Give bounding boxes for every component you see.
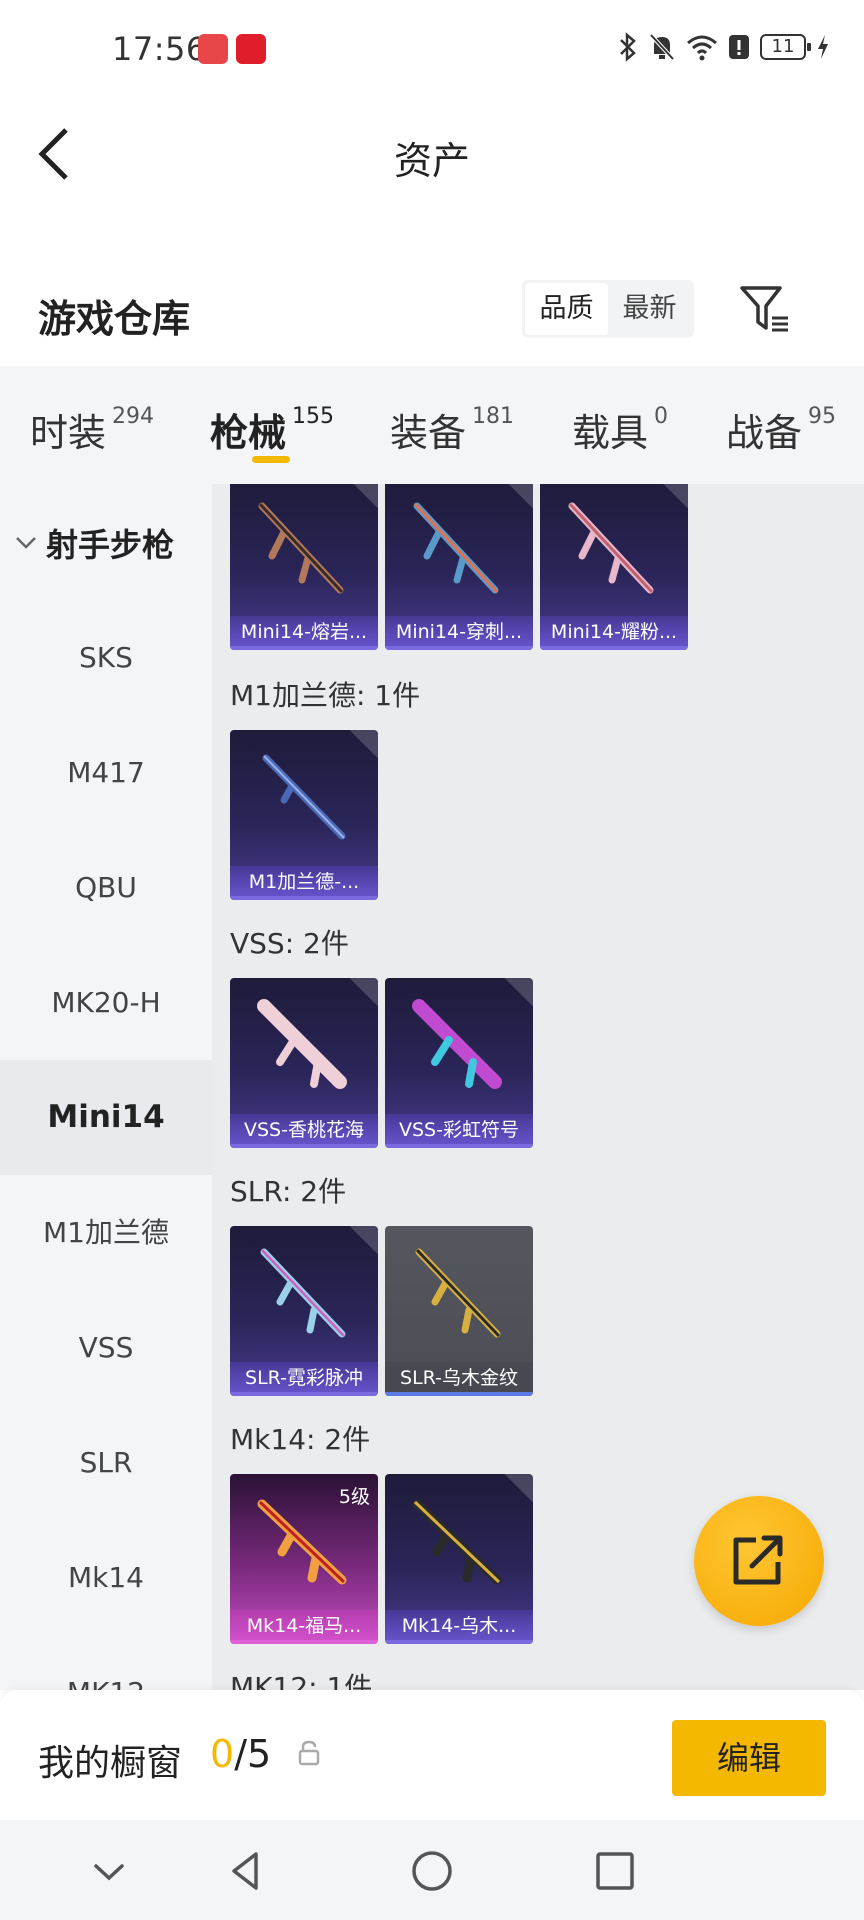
card-caption: VSS-彩虹符号: [385, 1114, 533, 1148]
card-caption: Mini14-耀粉...: [540, 616, 688, 650]
sidebar-item-mini14[interactable]: Mini14: [0, 1060, 212, 1175]
weapon-sidebar: 射手步枪 SKS M417 QBU MK20-H Mini14 M1加兰德 VS…: [0, 484, 212, 1690]
card-caption: Mini14-熔岩...: [230, 616, 378, 650]
tab-count: 0: [654, 404, 669, 429]
rifle-image: [568, 502, 654, 594]
sort-toggle: 品质 最新: [522, 280, 694, 338]
sidebar-item-mk12[interactable]: MK12: [0, 1635, 212, 1690]
showcase-current: 0: [210, 1732, 235, 1776]
showcase-total: /5: [234, 1732, 272, 1776]
rifle-image: [412, 1499, 502, 1585]
sidebar-category-label: 射手步枪: [46, 526, 175, 564]
bluetooth-icon: [620, 32, 636, 62]
group-label: M1加兰德: 1件: [230, 679, 421, 712]
rifle-image: [413, 502, 499, 594]
filter-icon[interactable]: [738, 284, 792, 334]
share-fab-button[interactable]: [694, 1496, 824, 1626]
mute-bell-icon: [649, 33, 675, 61]
weapon-card[interactable]: M1加兰德-...: [230, 730, 378, 900]
warehouse-title: 游戏仓库: [38, 297, 191, 341]
tab-vehicles[interactable]: 载具 0: [572, 402, 668, 457]
tab-label: 载具: [572, 411, 649, 455]
rifle-image: [415, 1248, 501, 1338]
status-icons: 11: [618, 32, 830, 62]
category-tabs: 时装 294 枪械 155 装备 181 载具 0 战备 95: [0, 366, 864, 484]
smg-image: [412, 999, 502, 1089]
alert-icon: [729, 35, 749, 59]
card-caption: Mini14-穿刺...: [385, 616, 533, 650]
weapon-card[interactable]: Mini14-耀粉...: [540, 484, 688, 650]
page-title: 资产: [393, 139, 470, 183]
weapon-card[interactable]: 5级 Mk14-福马...: [230, 1474, 378, 1644]
card-caption: Mk14-乌木...: [385, 1610, 533, 1644]
edit-button[interactable]: 编辑: [672, 1720, 826, 1796]
page-header: 资产: [0, 100, 864, 210]
showcase-bar: 我的橱窗 0/5 编辑: [0, 1690, 864, 1820]
sidebar-item-mk14[interactable]: Mk14: [0, 1520, 212, 1635]
card-caption: VSS-香桃花海: [230, 1114, 378, 1148]
sort-newest-option[interactable]: 最新: [608, 283, 691, 335]
chevron-down-icon: [16, 537, 36, 549]
tab-label: 枪械: [210, 411, 287, 455]
status-time: 17:56: [112, 30, 207, 68]
card-caption: M1加兰德-...: [230, 866, 378, 900]
battery-icon: 11: [760, 34, 811, 60]
tab-label: 装备: [390, 411, 467, 455]
system-nav-bar: [0, 1820, 864, 1920]
tab-label: 战备: [726, 411, 803, 455]
rifle-image: [262, 754, 346, 840]
tab-weapons[interactable]: 枪械 155: [210, 402, 334, 457]
rifle-image: [257, 1499, 347, 1585]
status-bar: 17:56 11: [0, 0, 864, 100]
tab-count: 155: [292, 404, 335, 429]
tab-supplies[interactable]: 战备 95: [726, 402, 836, 457]
sidebar-item-qbu[interactable]: QBU: [0, 830, 212, 945]
smg-image: [257, 999, 347, 1089]
rifle-image: [258, 502, 344, 594]
group-label: SLR: 2件: [230, 1175, 347, 1208]
rifle-image: [260, 1248, 346, 1338]
card-caption: Mk14-福马...: [230, 1610, 378, 1644]
nav-home-icon[interactable]: [407, 1846, 457, 1896]
nav-back-icon[interactable]: [222, 1846, 272, 1896]
tab-fashion[interactable]: 时装 294: [30, 402, 154, 457]
sort-quality-option[interactable]: 品质: [525, 283, 608, 335]
sidebar-item-vss[interactable]: VSS: [0, 1290, 212, 1405]
nav-recents-icon[interactable]: [590, 1846, 640, 1896]
sidebar-item-sks[interactable]: SKS: [0, 600, 212, 715]
weapon-card[interactable]: VSS-香桃花海: [230, 978, 378, 1148]
weapon-card[interactable]: SLR-霓彩脉冲: [230, 1226, 378, 1396]
sidebar-item-m417[interactable]: M417: [0, 715, 212, 830]
tab-label: 时装: [30, 411, 107, 455]
charging-icon: [818, 35, 828, 59]
sidebar-item-slr[interactable]: SLR: [0, 1405, 212, 1520]
weapon-card[interactable]: Mini14-熔岩...: [230, 484, 378, 650]
share-icon: [733, 1535, 783, 1585]
card-caption: SLR-乌木金纹: [385, 1362, 533, 1396]
tab-equipment[interactable]: 装备 181: [390, 402, 514, 457]
weapon-card[interactable]: SLR-乌木金纹: [385, 1226, 533, 1396]
huawei-app-icon: [198, 34, 228, 64]
chevron-down-icon[interactable]: [84, 1846, 134, 1896]
gift-app-icon: [236, 34, 266, 64]
group-label: Mk14: 2件: [230, 1423, 371, 1456]
group-label: MK12: 1件: [230, 1671, 373, 1690]
weapon-card[interactable]: Mk14-乌木...: [385, 1474, 533, 1644]
tab-count: 181: [472, 404, 515, 429]
tab-count: 95: [808, 404, 837, 429]
sidebar-item-m1-garand[interactable]: M1加兰德: [0, 1175, 212, 1290]
group-label: VSS: 2件: [230, 927, 349, 960]
sidebar-item-mk20h[interactable]: MK20-H: [0, 945, 212, 1060]
showcase-label: 我的橱窗: [38, 1743, 183, 1784]
weapon-card[interactable]: Mini14-穿刺...: [385, 484, 533, 650]
sidebar-category[interactable]: 射手步枪: [14, 520, 174, 566]
lock-icon: [298, 1740, 320, 1766]
showcase-count: 0/5: [210, 1732, 271, 1776]
card-caption: SLR-霓彩脉冲: [230, 1362, 378, 1396]
wifi-icon: [687, 35, 717, 61]
active-tab-indicator: [252, 456, 290, 463]
tab-count: 294: [112, 404, 155, 429]
weapon-card[interactable]: VSS-彩虹符号: [385, 978, 533, 1148]
